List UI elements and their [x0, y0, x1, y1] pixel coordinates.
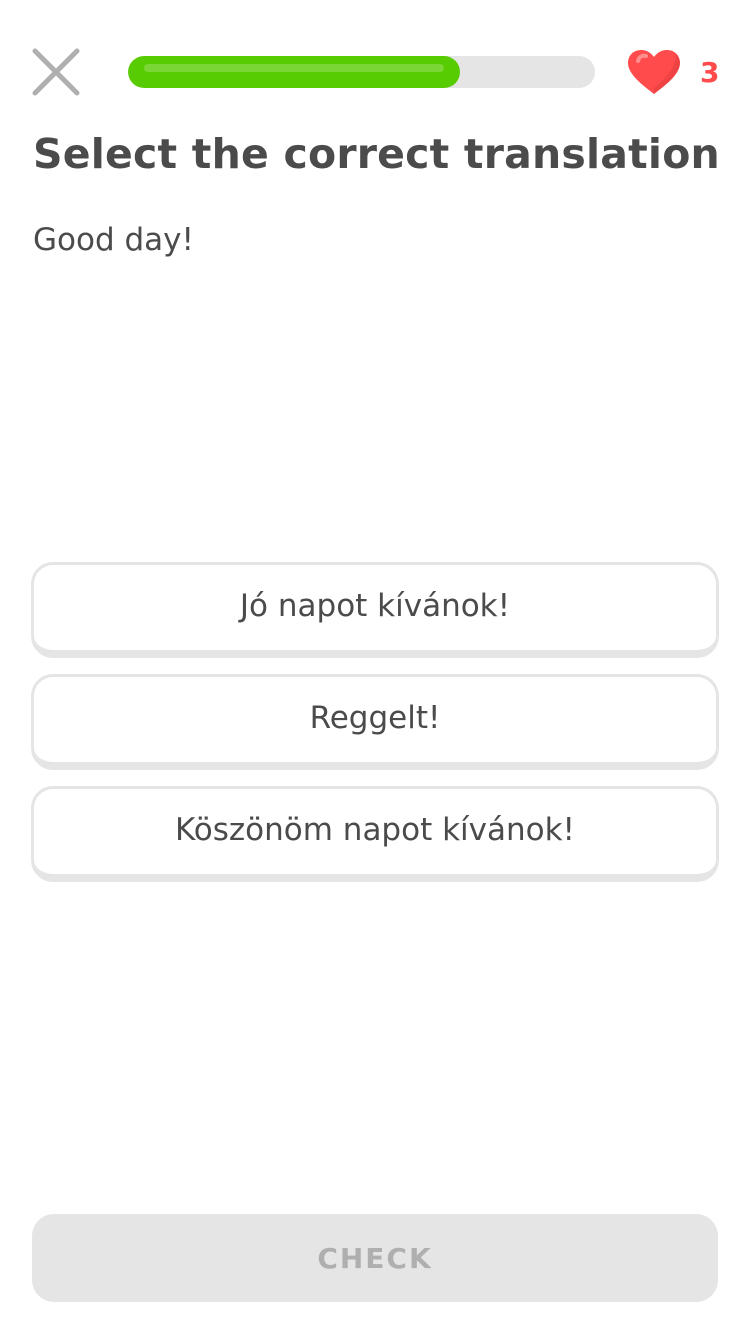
choice-label: Reggelt!: [309, 699, 441, 736]
lesson-progress-highlight: [144, 64, 444, 72]
lesson-progress-fill: [128, 56, 460, 88]
check-button-label: CHECK: [317, 1241, 433, 1275]
close-button[interactable]: [28, 44, 84, 100]
close-icon: [32, 48, 80, 96]
hearts-counter[interactable]: 3: [626, 48, 719, 96]
choice-label: Köszönöm napot kívánok!: [174, 811, 575, 848]
prompt-sentence: Good day!: [33, 222, 194, 258]
check-button[interactable]: CHECK: [32, 1214, 718, 1302]
choice-option-1[interactable]: Jó napot kívánok!: [31, 562, 719, 658]
hearts-count: 3: [700, 55, 720, 89]
heart-icon: [628, 50, 680, 94]
page-title: Select the correct translation: [33, 130, 720, 178]
choice-option-2[interactable]: Reggelt!: [31, 674, 719, 770]
lesson-progress-bar: [128, 56, 595, 88]
choice-option-3[interactable]: Köszönöm napot kívánok!: [31, 786, 719, 882]
choice-label: Jó napot kívánok!: [239, 587, 511, 624]
answer-choices: Jó napot kívánok! Reggelt! Köszönöm napo…: [31, 562, 719, 898]
